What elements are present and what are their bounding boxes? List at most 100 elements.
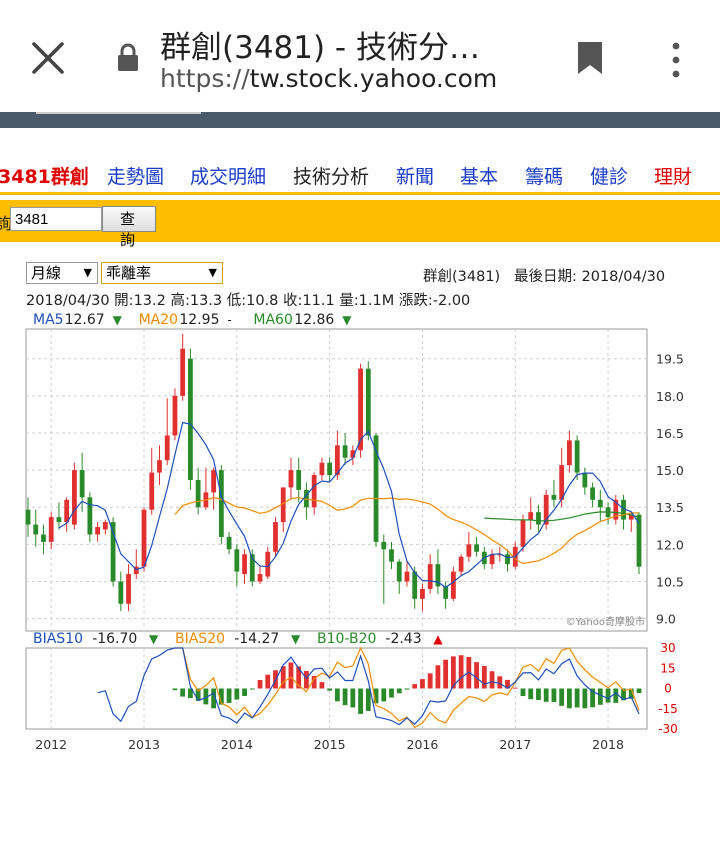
legend-bias20: BIAS20 (175, 631, 225, 647)
bias-diff-bar (342, 688, 348, 706)
legend-value: 12.86 (294, 312, 334, 328)
candle-body (489, 554, 495, 565)
legend-trend-icon: ▼ (149, 632, 159, 646)
bias-diff-bar (605, 688, 611, 703)
candle-body (79, 470, 85, 498)
candle-body (590, 487, 595, 500)
bias-diff-bar (636, 688, 642, 694)
candle-body (296, 470, 302, 490)
candle-body (574, 440, 580, 473)
candle-body (25, 509, 31, 525)
ma-legend: MA5 12.67 ▼ MA20 12.95- MA60 12.86 ▼ (33, 312, 352, 328)
legend-value: -16.70 (92, 631, 137, 647)
bias-legend: BIAS10 -16.70 ▼ BIAS20 -14.27 ▼ B10-B20 -2.43 ▲ (33, 631, 443, 647)
bias-diff-bar (474, 662, 479, 689)
candle-body (597, 499, 603, 508)
candle-body (87, 497, 93, 535)
bias-diff-bar (404, 688, 410, 690)
candle-body (180, 348, 186, 396)
candle-body (188, 358, 193, 480)
bias-diff-bar (443, 659, 449, 689)
candle-body (450, 571, 456, 599)
bias-diff-bar (358, 688, 363, 714)
legend-trend-icon: - (227, 313, 231, 327)
x-tick-label: 2016 (407, 737, 439, 752)
bias-diff-bar (427, 673, 433, 689)
bias-diff-bar (543, 688, 549, 702)
legend-trend-icon: ▼ (291, 632, 301, 646)
candle-body (458, 556, 464, 572)
candle-body (311, 475, 317, 508)
y-tick-label: 16.5 (656, 426, 684, 441)
candle-body (505, 554, 510, 565)
candle-body (33, 524, 39, 535)
candle-body (234, 549, 240, 572)
candle-body (149, 472, 155, 510)
legend-value: 12.67 (65, 312, 105, 328)
bias-diff-bar (481, 666, 487, 689)
candle-body (520, 519, 526, 547)
candle-body (420, 588, 425, 599)
candle-body (195, 480, 201, 508)
bias-diff-bar (497, 676, 503, 689)
candle-body (636, 514, 642, 567)
legend-value: 12.95 (179, 312, 219, 328)
candle-body (164, 435, 170, 461)
bias-diff-bar (566, 688, 572, 709)
bias-y-axis: 30 15 0 -15 -30 (658, 641, 678, 736)
y-tick-label: 9.0 (656, 612, 676, 627)
bias-diff-bar (528, 688, 534, 700)
bias-diff-bar (512, 687, 518, 689)
x-tick-label: 2013 (128, 737, 160, 752)
candle-body (41, 534, 46, 542)
bias-diff-bar (265, 674, 271, 689)
candle-body (157, 460, 162, 473)
candle-body (72, 470, 77, 525)
candle-body (474, 544, 479, 552)
candle-body (396, 561, 402, 582)
bias-diff-bar (551, 688, 557, 702)
x-tick-label: 2017 (499, 737, 531, 752)
y-tick-label: 12.0 (656, 537, 684, 552)
bias-diff-bar (381, 688, 387, 702)
bias-diff-bar (536, 688, 541, 700)
candle-body (551, 494, 557, 500)
candle-body (56, 517, 62, 523)
candle-body (427, 564, 433, 589)
bias-diff-bar (574, 688, 580, 708)
legend-b10-b20: B10-B20 (317, 631, 376, 647)
x-tick-label: 2018 (592, 737, 624, 752)
bias-diff-bar (226, 688, 232, 703)
candle-body (466, 544, 472, 557)
candle-body (389, 549, 394, 562)
candle-body (242, 554, 247, 575)
candle-body (211, 470, 217, 493)
candle-body (126, 574, 131, 604)
bias-diff-bar (520, 688, 526, 697)
candle-body (218, 470, 224, 537)
bias-diff-bar (288, 662, 294, 689)
bias-diff-bar (327, 688, 333, 691)
bias-diff-bar (350, 688, 356, 708)
legend-value: -14.27 (234, 631, 279, 647)
legend-trend-icon: ▼ (342, 313, 352, 327)
bias-diff-bar (559, 688, 565, 706)
bias-diff-bar (365, 688, 371, 711)
bias-diff-bar (489, 671, 495, 689)
bias-diff-bar (180, 688, 186, 697)
bias-tick-label: -15 (658, 702, 678, 716)
y-tick-label: 19.5 (656, 352, 684, 367)
legend-bias10: BIAS10 (33, 631, 83, 647)
candle-body (64, 499, 70, 523)
bias-tick-label: 0 (664, 682, 672, 696)
bias-diff-bar (249, 688, 255, 690)
bias-diff-bar (334, 688, 340, 702)
candle-body (559, 465, 565, 500)
y-tick-label: 10.5 (656, 574, 684, 589)
bias-diff-bar (597, 688, 603, 705)
bias-diff-bar (435, 665, 441, 689)
candle-body (172, 395, 178, 436)
candle-body (141, 509, 147, 567)
x-tick-label: 2015 (314, 737, 346, 752)
bias-diff-bar (582, 688, 588, 709)
